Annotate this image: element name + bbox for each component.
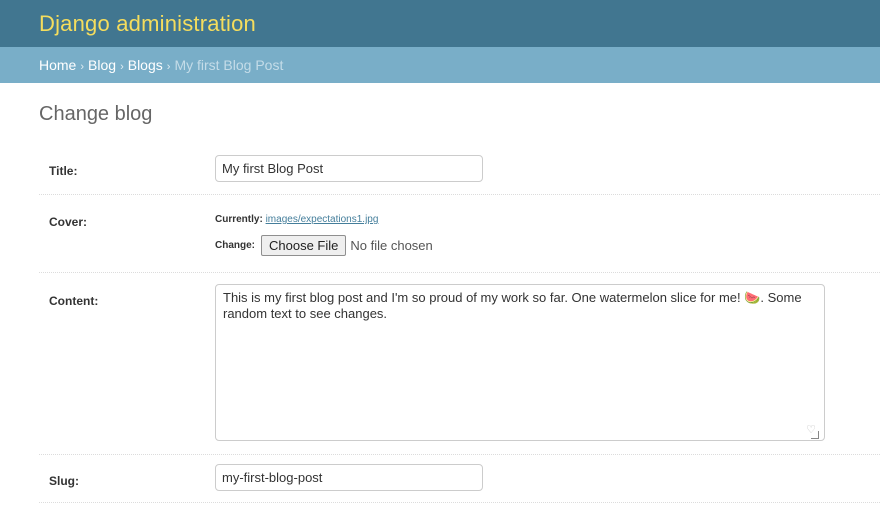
resize-handle-icon[interactable] <box>811 431 819 439</box>
breadcrumb-blog-link[interactable]: Blog <box>88 57 116 73</box>
change-label: Change: <box>215 240 255 251</box>
form-row-slug: Slug: <box>39 455 880 503</box>
breadcrumb-blogs-link[interactable]: Blogs <box>128 57 163 73</box>
cover-change-line: Change: Choose File No file chosen <box>215 235 433 256</box>
form-row-content: Content: This is my first blog post and … <box>39 273 880 455</box>
title-label: Title: <box>49 164 78 178</box>
content-textarea[interactable]: This is my first blog post and I'm so pr… <box>215 284 825 441</box>
file-status-text: No file chosen <box>350 238 433 253</box>
currently-label: Currently: <box>215 214 263 225</box>
breadcrumb-separator: › <box>80 61 85 73</box>
choose-file-button[interactable]: Choose File <box>261 235 347 256</box>
slug-input[interactable] <box>215 464 483 491</box>
form-row-cover: Cover: Currently: images/expectations1.j… <box>39 195 880 273</box>
slug-label: Slug: <box>49 474 79 488</box>
content-label: Content: <box>49 294 99 308</box>
breadcrumb-separator: › <box>120 61 124 73</box>
title-input[interactable] <box>215 155 483 182</box>
breadcrumb-home-link[interactable]: Home <box>39 57 76 73</box>
page-title: Change blog <box>39 103 153 125</box>
breadcrumb-separator: › <box>166 61 171 73</box>
breadcrumb: Home › Blog › Blogs › My first Blog Post <box>0 47 880 83</box>
breadcrumb-current: My first Blog Post <box>174 57 284 73</box>
cover-label: Cover: <box>49 215 88 229</box>
form-row-title: Title: <box>39 145 880 195</box>
site-name-link[interactable]: Django administration <box>39 11 256 36</box>
cover-current-line: Currently: images/expectations1.jpg <box>215 214 378 225</box>
current-file-link[interactable]: images/expectations1.jpg <box>266 214 379 225</box>
header-bar: Django administration <box>0 0 880 47</box>
